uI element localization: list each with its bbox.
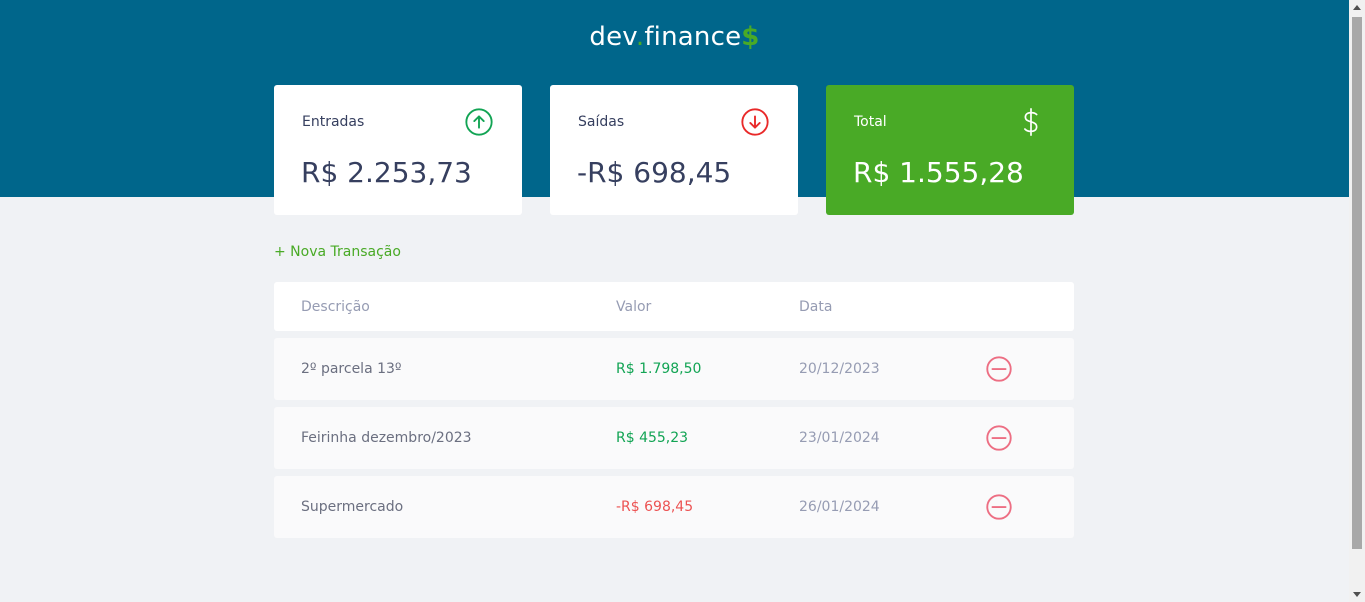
- expense-card-label: Saídas: [578, 114, 625, 130]
- total-card-label: Total: [854, 114, 887, 130]
- row-amount: -R$ 698,45: [616, 499, 694, 515]
- scroll-up-arrow-icon[interactable]: [1353, 5, 1361, 10]
- table-row: Feirinha dezembro/2023 R$ 455,23 23/01/2…: [274, 407, 1074, 469]
- row-description: Supermercado: [301, 499, 404, 515]
- table-row: Supermercado -R$ 698,45 26/01/2024: [274, 476, 1074, 538]
- remove-transaction-icon[interactable]: [984, 423, 1014, 453]
- expense-card-value: -R$ 698,45: [577, 156, 732, 189]
- logo-dollar: $: [741, 22, 760, 52]
- table-row: 2º parcela 13º R$ 1.798,50 20/12/2023: [274, 338, 1074, 400]
- row-description: Feirinha dezembro/2023: [301, 430, 472, 446]
- expense-card: Saídas -R$ 698,45: [550, 85, 798, 215]
- row-amount: R$ 455,23: [616, 430, 689, 446]
- remove-transaction-icon[interactable]: [984, 354, 1014, 384]
- row-description: 2º parcela 13º: [301, 361, 402, 377]
- remove-transaction-icon[interactable]: [984, 492, 1014, 522]
- row-date: 20/12/2023: [799, 361, 880, 377]
- income-card-value: R$ 2.253,73: [301, 156, 472, 189]
- dollar-icon: [1024, 108, 1038, 136]
- logo-finance: finance: [644, 22, 742, 52]
- new-transaction-link[interactable]: + Nova Transação: [274, 244, 401, 260]
- total-card-value: R$ 1.555,28: [853, 156, 1024, 189]
- row-amount: R$ 1.798,50: [616, 361, 702, 377]
- scrollbar-thumb[interactable]: [1352, 17, 1362, 549]
- header-amount: Valor: [616, 298, 652, 315]
- row-date: 23/01/2024: [799, 430, 880, 446]
- arrow-up-circle-icon: [465, 108, 493, 136]
- table-header: Descrição Valor Data: [274, 282, 1074, 331]
- logo-dev: dev: [589, 22, 636, 52]
- total-card: Total R$ 1.555,28: [826, 85, 1074, 215]
- arrow-down-circle-icon: [741, 108, 769, 136]
- logo: dev.finance$: [0, 22, 1349, 52]
- scroll-down-arrow-icon[interactable]: [1353, 592, 1361, 597]
- header-description: Descrição: [301, 298, 370, 315]
- header-date: Data: [799, 298, 833, 315]
- income-card: Entradas R$ 2.253,73: [274, 85, 522, 215]
- vertical-scrollbar[interactable]: [1349, 0, 1365, 602]
- row-date: 26/01/2024: [799, 499, 880, 515]
- income-card-label: Entradas: [302, 114, 365, 130]
